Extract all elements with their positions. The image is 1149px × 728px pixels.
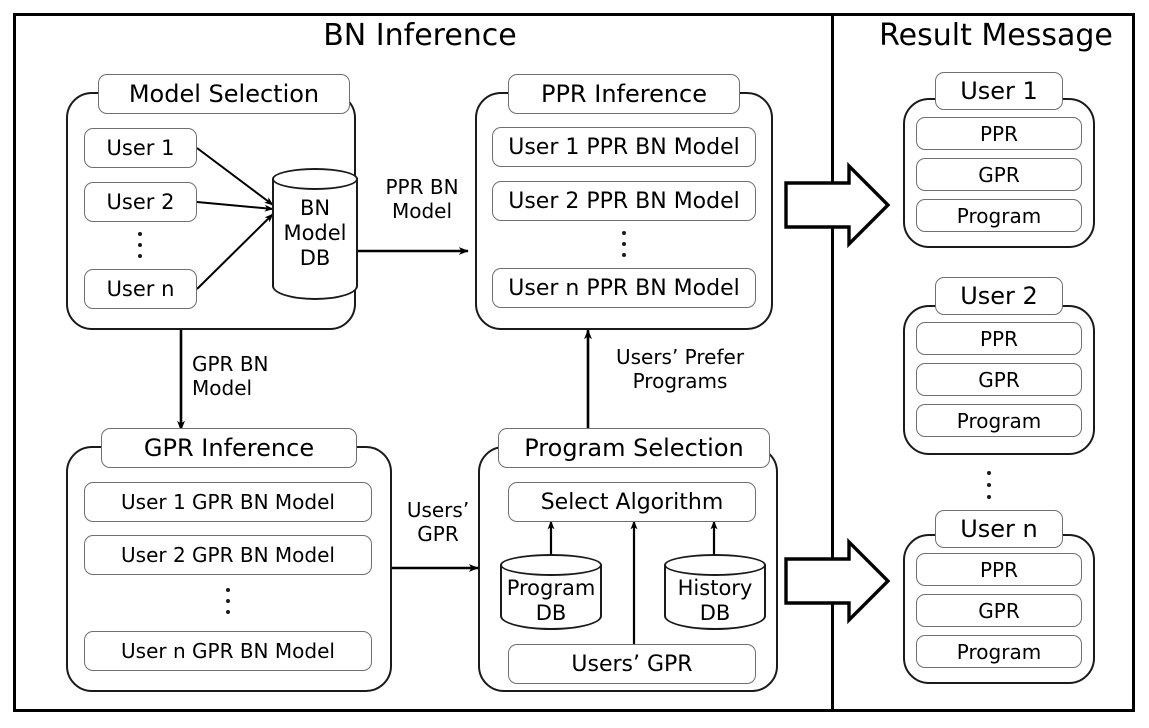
result-card-user-2-item-program[interactable]: Program	[916, 404, 1082, 437]
bn-model-db-label-line3: DB	[299, 246, 331, 270]
bn-model-db-label-line1: BN	[299, 196, 331, 220]
result-card-user-1-title: User 1	[935, 72, 1063, 110]
history-db-label-line2: DB	[699, 601, 731, 625]
history-db-cylinder[interactable]: History DB	[664, 554, 766, 630]
vertical-ellipsis-result-message	[986, 471, 992, 499]
result-card-user-1-item-ppr[interactable]: PPR	[916, 117, 1082, 150]
bn-model-db-label-line2: Model	[283, 221, 347, 245]
program-db-label-line1: Program	[506, 576, 596, 600]
user-pill-2[interactable]: User 2	[84, 182, 197, 222]
panel-title-bn-inference: BN Inference	[323, 18, 517, 53]
user-pill-n[interactable]: User n	[84, 269, 197, 309]
module-program-selection-title: Program Selection	[498, 428, 770, 468]
module-gpr-inference-title: GPR Inference	[101, 428, 357, 468]
vertical-ellipsis-ppr-inference	[621, 231, 627, 257]
result-card-user-n-item-program[interactable]: Program	[916, 635, 1082, 668]
result-card-user-2-item-ppr[interactable]: PPR	[916, 322, 1082, 355]
gpr-model-row-2[interactable]: User 2 GPR BN Model	[84, 535, 372, 575]
result-card-user-n-item-ppr[interactable]: PPR	[916, 553, 1082, 586]
gpr-model-row-n[interactable]: User n GPR BN Model	[84, 631, 372, 671]
result-card-user-n-item-gpr[interactable]: GPR	[916, 594, 1082, 627]
panel-title-result-message: Result Message	[879, 18, 1113, 53]
vertical-ellipsis-model-selection	[137, 232, 143, 258]
program-db-label-line2: DB	[535, 601, 567, 625]
ppr-model-row-2[interactable]: User 2 PPR BN Model	[492, 181, 756, 221]
result-card-user-n-title: User n	[935, 510, 1063, 548]
program-db-cylinder[interactable]: Program DB	[500, 554, 602, 630]
select-algorithm-row[interactable]: Select Algorithm	[508, 482, 756, 522]
user-pill-1[interactable]: User 1	[84, 128, 197, 168]
bn-model-db-cylinder[interactable]: BN Model DB	[272, 168, 358, 300]
diagram-canvas: BN Inference Result Message Model Select…	[0, 0, 1149, 728]
connector-label-ppr-bn-model: PPR BN Model	[385, 175, 459, 223]
ppr-model-row-1[interactable]: User 1 PPR BN Model	[492, 127, 756, 167]
module-ppr-inference-title: PPR Inference	[508, 74, 740, 114]
history-db-label-line1: History	[677, 576, 753, 600]
vertical-ellipsis-gpr-inference	[225, 588, 231, 614]
connector-label-users-gpr: Users’ GPR	[406, 498, 470, 546]
gpr-model-row-1[interactable]: User 1 GPR BN Model	[84, 482, 372, 522]
result-card-user-1-item-program[interactable]: Program	[916, 199, 1082, 232]
module-model-selection-title: Model Selection	[98, 74, 350, 114]
result-card-user-1-item-gpr[interactable]: GPR	[916, 158, 1082, 191]
connector-label-gpr-bn-model: GPR BN Model	[192, 352, 269, 400]
result-card-user-2-item-gpr[interactable]: GPR	[916, 363, 1082, 396]
ppr-model-row-n[interactable]: User n PPR BN Model	[492, 268, 756, 308]
connector-label-users-prefer-programs: Users’ Prefer Programs	[615, 345, 745, 393]
panel-divider	[831, 13, 834, 712]
users-gpr-row[interactable]: Users’ GPR	[508, 644, 756, 684]
result-card-user-2-title: User 2	[935, 277, 1063, 315]
